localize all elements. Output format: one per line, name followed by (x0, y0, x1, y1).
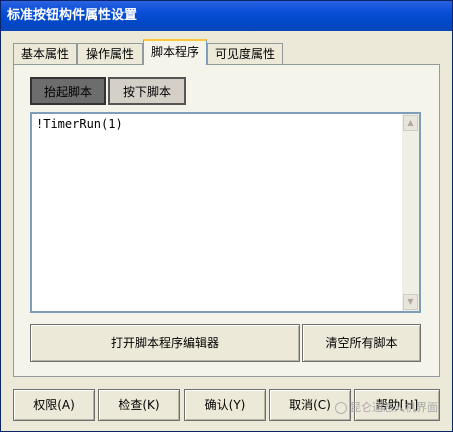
permission-button[interactable]: 权限(A) (13, 389, 95, 421)
watermark: 昆仑通态人机界面 (335, 399, 438, 415)
property-dialog-window: 标准按钮构件属性设置 基本属性 操作属性 脚本程序 可见度属性 抬起脚本 按下脚… (0, 0, 453, 432)
script-text: !TimerRun(1) (36, 117, 123, 131)
tab-script-program[interactable]: 脚本程序 (143, 39, 207, 65)
editor-scrollbar[interactable]: ▲ ▼ (402, 114, 419, 311)
clear-all-scripts-button[interactable]: 清空所有脚本 (302, 324, 421, 362)
dialog-title: 标准按钮构件属性设置 (1, 1, 452, 31)
confirm-button[interactable]: 确认(Y) (184, 389, 266, 421)
tab-visibility-properties[interactable]: 可见度属性 (207, 43, 283, 65)
scroll-down-icon[interactable]: ▼ (403, 294, 418, 310)
watermark-text: 昆仑通态人机界面 (350, 401, 438, 414)
tab-operation-properties[interactable]: 操作属性 (77, 43, 143, 65)
tab-basic-properties[interactable]: 基本属性 (13, 43, 77, 65)
script-panel: 抬起脚本 按下脚本 !TimerRun(1) ▲ ▼ 打开脚本程序编辑器 清空所… (13, 64, 440, 377)
subtab-press-script[interactable]: 按下脚本 (108, 77, 186, 105)
check-button[interactable]: 检查(K) (98, 389, 180, 421)
subtab-release-script[interactable]: 抬起脚本 (30, 77, 106, 105)
wechat-icon (335, 402, 347, 414)
scroll-up-icon[interactable]: ▲ (403, 115, 418, 131)
open-script-editor-button[interactable]: 打开脚本程序编辑器 (30, 324, 300, 362)
script-editor[interactable]: !TimerRun(1) ▲ ▼ (30, 112, 421, 313)
